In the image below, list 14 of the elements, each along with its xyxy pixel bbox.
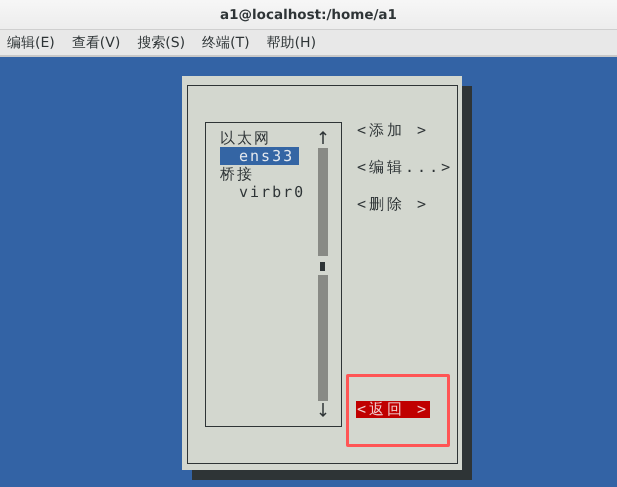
- back-button[interactable]: <返回 >: [356, 401, 430, 418]
- action-button[interactable]: <编辑...>: [356, 159, 454, 176]
- action-button[interactable]: <添加 >: [356, 122, 430, 139]
- connection-group-label: 桥接: [220, 165, 255, 183]
- scrollbar-drawing[interactable]: [317, 129, 329, 419]
- action-button[interactable]: <删除 >: [356, 196, 430, 213]
- menu-item[interactable]: 终端(T): [202, 34, 250, 52]
- connection-item[interactable]: ens33: [220, 147, 299, 165]
- menu-item[interactable]: 搜索(S): [137, 34, 186, 52]
- window-title: a1@localhost:/home/a1: [220, 6, 397, 22]
- connection-group-label: 以太网: [220, 129, 272, 147]
- menu-item[interactable]: 编辑(E): [7, 34, 55, 52]
- menu-item[interactable]: 查看(V): [72, 34, 120, 52]
- menu-item[interactable]: 帮助(H): [266, 34, 316, 52]
